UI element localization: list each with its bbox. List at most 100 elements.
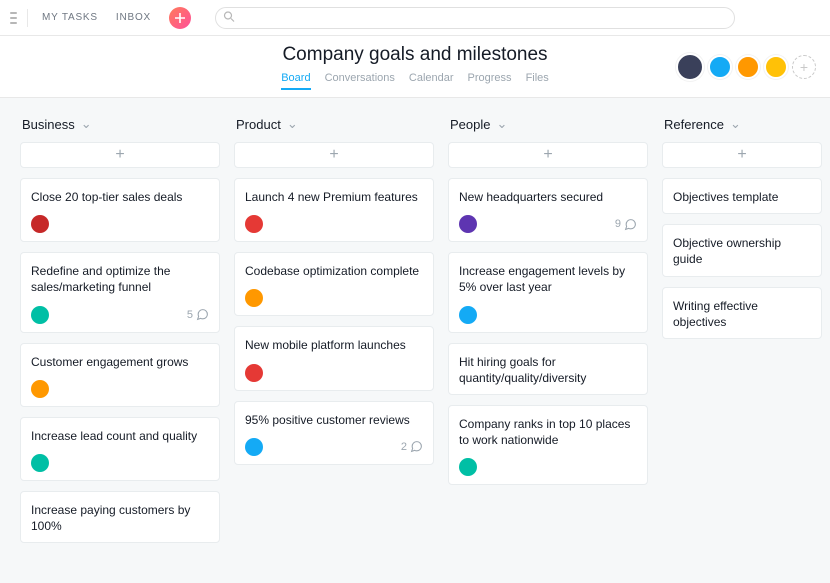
tab-conversations[interactable]: Conversations [325, 72, 395, 90]
card[interactable]: Customer engagement grows [20, 343, 220, 407]
card[interactable]: Increase engagement levels by 5% over la… [448, 252, 648, 332]
top-bar: MY TASKS INBOX [0, 0, 830, 36]
column-cards: New headquarters secured 9 Increase engage… [448, 178, 648, 495]
column-header[interactable]: Business ⌄ [20, 112, 220, 142]
card[interactable]: New mobile platform launches [234, 326, 434, 390]
tab-calendar[interactable]: Calendar [409, 72, 454, 90]
assignee-avatar[interactable] [459, 215, 477, 233]
assignee-avatar[interactable] [31, 380, 49, 398]
assignee-avatar[interactable] [459, 458, 477, 476]
column-cards: Launch 4 new Premium features Codebase op… [234, 178, 434, 475]
avatar[interactable] [764, 55, 788, 79]
card[interactable]: New headquarters secured 9 [448, 178, 648, 242]
add-card-button[interactable]: + [662, 142, 822, 168]
chevron-down-icon: ⌄ [287, 116, 298, 132]
column-reference: Reference ⌄ + Objectives templateObjecti… [662, 112, 822, 349]
column-title: Product [236, 117, 281, 132]
column-title: Business [22, 117, 75, 132]
search-icon [223, 10, 235, 25]
page-title: Company goals and milestones [282, 44, 547, 66]
card-title: Hit hiring goals for quantity/quality/di… [459, 354, 637, 386]
card-footer [31, 215, 209, 233]
add-card-button[interactable]: + [448, 142, 648, 168]
tab-files[interactable]: Files [526, 72, 549, 90]
column-cards: Close 20 top-tier sales deals Redefine an… [20, 178, 220, 553]
card-title: Company ranks in top 10 places to work n… [459, 416, 637, 448]
add-collaborator-button[interactable]: + [792, 55, 816, 79]
card-title: Increase paying customers by 100% [31, 502, 209, 534]
card[interactable]: Increase paying customers by 100% [20, 491, 220, 543]
card[interactable]: Company ranks in top 10 places to work n… [448, 405, 648, 485]
view-tabs: Board Conversations Calendar Progress Fi… [281, 72, 549, 90]
card-title: New mobile platform launches [245, 337, 423, 353]
assignee-avatar[interactable] [245, 438, 263, 456]
card[interactable]: 95% positive customer reviews 2 [234, 401, 434, 465]
card-title: Objective ownership guide [673, 235, 811, 267]
chevron-down-icon: ⌄ [496, 116, 507, 132]
comment-count[interactable]: 9 [615, 218, 637, 231]
column-people: People ⌄ + New headquarters secured 9 Incr… [448, 112, 648, 495]
assignee-avatar[interactable] [31, 215, 49, 233]
card[interactable]: Hit hiring goals for quantity/quality/di… [448, 343, 648, 395]
avatar[interactable] [676, 53, 704, 81]
card-footer: 5 [31, 306, 209, 324]
card-footer [31, 454, 209, 472]
board: Business ⌄ + Close 20 top-tier sales dea… [0, 98, 830, 583]
card[interactable]: Objectives template [662, 178, 822, 214]
nav-my-tasks[interactable]: MY TASKS [42, 12, 98, 23]
card-footer [245, 364, 423, 382]
card-title: Increase engagement levels by 5% over la… [459, 263, 637, 295]
assignee-avatar[interactable] [31, 454, 49, 472]
avatar[interactable] [708, 55, 732, 79]
card-title: Customer engagement grows [31, 354, 209, 370]
card[interactable]: Codebase optimization complete [234, 252, 434, 316]
card[interactable]: Launch 4 new Premium features [234, 178, 434, 242]
card-title: Codebase optimization complete [245, 263, 423, 279]
title-bar: Company goals and milestones Board Conve… [0, 36, 830, 98]
column-business: Business ⌄ + Close 20 top-tier sales dea… [20, 112, 220, 553]
card[interactable]: Redefine and optimize the sales/marketin… [20, 252, 220, 332]
assignee-avatar[interactable] [459, 306, 477, 324]
plus-icon [175, 13, 185, 23]
add-card-button[interactable]: + [234, 142, 434, 168]
column-product: Product ⌄ + Launch 4 new Premium feature… [234, 112, 434, 475]
column-header[interactable]: Product ⌄ [234, 112, 434, 142]
chevron-down-icon: ⌄ [81, 116, 92, 132]
column-title: People [450, 117, 490, 132]
card-footer [459, 458, 637, 476]
comment-count[interactable]: 2 [401, 440, 423, 453]
column-header[interactable]: People ⌄ [448, 112, 648, 142]
card-title: New headquarters secured [459, 189, 637, 205]
card-footer: 9 [459, 215, 637, 233]
card-title: Writing effective objectives [673, 298, 811, 330]
card-title: Close 20 top-tier sales deals [31, 189, 209, 205]
column-header[interactable]: Reference ⌄ [662, 112, 822, 142]
nav-inbox[interactable]: INBOX [116, 12, 151, 23]
assignee-avatar[interactable] [245, 364, 263, 382]
tab-progress[interactable]: Progress [468, 72, 512, 90]
avatar[interactable] [736, 55, 760, 79]
card[interactable]: Increase lead count and quality [20, 417, 220, 481]
add-card-button[interactable]: + [20, 142, 220, 168]
card-footer [245, 289, 423, 307]
card-title: Objectives template [673, 189, 811, 205]
card[interactable]: Objective ownership guide [662, 224, 822, 276]
column-cards: Objectives template Objective ownership g… [662, 178, 822, 349]
comment-count[interactable]: 5 [187, 308, 209, 321]
assignee-avatar[interactable] [245, 215, 263, 233]
assignee-avatar[interactable] [31, 306, 49, 324]
card[interactable]: Writing effective objectives [662, 287, 822, 339]
column-title: Reference [664, 117, 724, 132]
card-title: Launch 4 new Premium features [245, 189, 423, 205]
card[interactable]: Close 20 top-tier sales deals [20, 178, 220, 242]
card-title: Increase lead count and quality [31, 428, 209, 444]
tab-board[interactable]: Board [281, 72, 310, 90]
global-add-button[interactable] [169, 7, 191, 29]
search-input[interactable] [215, 7, 735, 29]
card-title: Redefine and optimize the sales/marketin… [31, 263, 209, 295]
card-title: 95% positive customer reviews [245, 412, 423, 428]
collaborators: + [676, 53, 816, 81]
card-footer: 2 [245, 438, 423, 456]
assignee-avatar[interactable] [245, 289, 263, 307]
menu-icon[interactable] [10, 9, 28, 27]
